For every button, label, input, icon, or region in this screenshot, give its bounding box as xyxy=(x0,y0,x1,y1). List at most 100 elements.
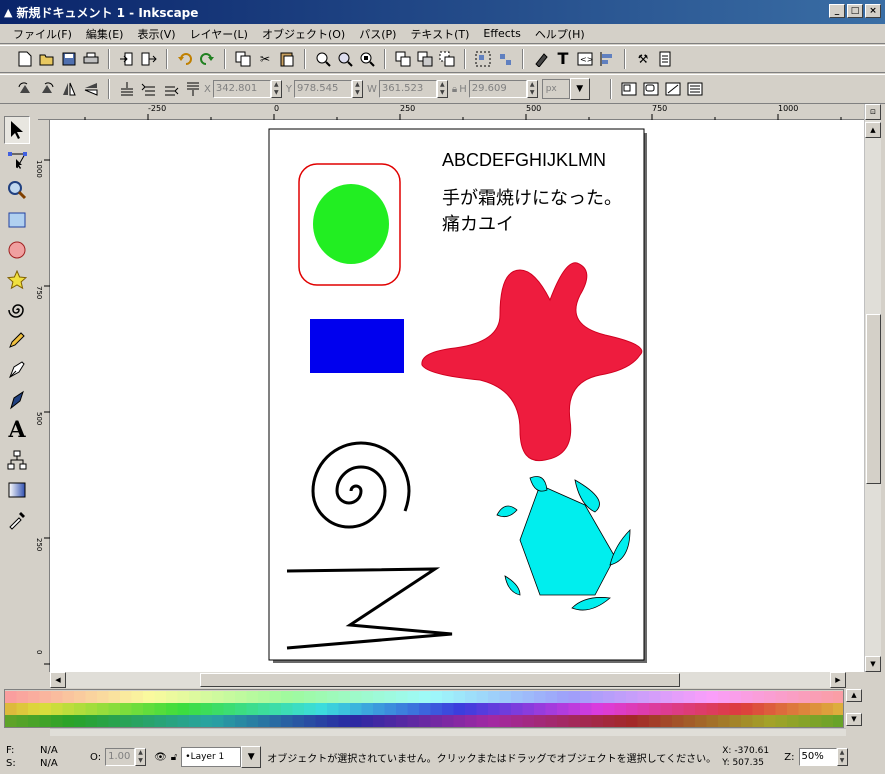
palette-swatch[interactable] xyxy=(120,703,132,715)
palette-swatch[interactable] xyxy=(28,715,40,727)
palette-swatch[interactable] xyxy=(453,691,466,703)
palette-swatch[interactable] xyxy=(741,715,753,727)
palette-swatch[interactable] xyxy=(488,703,500,715)
palette-swatch[interactable] xyxy=(269,703,282,715)
palette-swatch[interactable] xyxy=(511,703,523,715)
palette-swatch[interactable] xyxy=(752,715,765,727)
layer-lock-icon[interactable]: 🔓︎ xyxy=(171,752,177,763)
palette-swatch[interactable] xyxy=(338,691,351,703)
menu-text[interactable]: テキスト(T) xyxy=(403,26,476,42)
palette-swatch[interactable] xyxy=(499,715,512,727)
palette-swatch[interactable] xyxy=(511,715,523,727)
palette-swatch[interactable] xyxy=(706,691,719,703)
palette-swatch[interactable] xyxy=(62,703,75,715)
drawing-canvas[interactable]: ABCDEFGHIJKLMN 手が霜焼けになった。 痛カユイ xyxy=(50,120,864,672)
palette-swatch[interactable] xyxy=(706,703,719,715)
palette-swatch[interactable] xyxy=(764,691,776,703)
palette-swatch[interactable] xyxy=(603,715,615,727)
palette-swatch[interactable] xyxy=(442,691,454,703)
palette-swatch[interactable] xyxy=(304,703,316,715)
palette-swatch[interactable] xyxy=(591,691,604,703)
layer-dropdown-icon[interactable]: ▼ xyxy=(241,746,262,768)
palette-swatch[interactable] xyxy=(373,691,385,703)
star-tool[interactable] xyxy=(4,266,30,294)
scroll-left-icon[interactable]: ◀ xyxy=(50,672,66,688)
palette-swatch[interactable] xyxy=(522,715,535,727)
palette-swatch[interactable] xyxy=(787,715,799,727)
palette-swatch[interactable] xyxy=(614,703,627,715)
unlink-clone-icon[interactable] xyxy=(439,51,455,67)
palette-swatch[interactable] xyxy=(637,703,650,715)
palette-swatch[interactable] xyxy=(557,703,569,715)
palette-swatch[interactable] xyxy=(453,715,466,727)
palette-swatch[interactable] xyxy=(384,703,397,715)
palette-swatch[interactable] xyxy=(200,691,213,703)
palette-swatch[interactable] xyxy=(85,715,98,727)
palette-swatch[interactable] xyxy=(120,691,132,703)
connector-tool[interactable] xyxy=(4,446,30,474)
palette-swatch[interactable] xyxy=(465,703,477,715)
scroll-down-icon[interactable]: ▼ xyxy=(865,656,881,672)
palette-swatch[interactable] xyxy=(614,715,627,727)
palette-hscroll[interactable] xyxy=(50,728,846,736)
xml-editor-icon[interactable]: <> xyxy=(577,51,593,67)
vertical-scrollbar[interactable]: ⊡ ▲ ▼ xyxy=(864,104,881,672)
palette-swatch[interactable] xyxy=(212,703,224,715)
export-icon[interactable] xyxy=(141,51,157,67)
palette-swatch[interactable] xyxy=(511,691,523,703)
raise-to-top-icon[interactable] xyxy=(119,81,135,97)
palette-swatch[interactable] xyxy=(626,715,638,727)
palette-swatch[interactable] xyxy=(557,691,569,703)
palette-swatch[interactable] xyxy=(166,715,178,727)
palette-swatch[interactable] xyxy=(39,691,52,703)
spiral-tool[interactable] xyxy=(4,296,30,324)
palette-swatch[interactable] xyxy=(798,703,811,715)
menu-path[interactable]: パス(P) xyxy=(352,26,403,42)
palette-swatch[interactable] xyxy=(258,715,270,727)
lower-to-bottom-icon[interactable] xyxy=(185,81,201,97)
layer-select[interactable]: •Layer 1 xyxy=(181,747,242,767)
zoom-drawing-icon[interactable] xyxy=(337,51,353,67)
rectangle-tool[interactable] xyxy=(4,206,30,234)
palette-swatch[interactable] xyxy=(384,715,397,727)
palette-swatch[interactable] xyxy=(465,691,477,703)
horizontal-scrollbar[interactable]: ◀ ▶ xyxy=(50,672,846,688)
palette-swatch[interactable] xyxy=(626,691,638,703)
h-input[interactable]: 29.609 xyxy=(468,80,527,98)
palette-swatch[interactable] xyxy=(752,691,765,703)
dropper-tool[interactable] xyxy=(4,506,30,534)
palette-swatch[interactable] xyxy=(5,691,17,703)
palette-swatch[interactable] xyxy=(568,703,581,715)
palette-swatch[interactable] xyxy=(476,703,489,715)
calligraphy-tool[interactable] xyxy=(4,386,30,414)
palette-swatch[interactable] xyxy=(177,715,190,727)
open-icon[interactable] xyxy=(39,51,55,67)
palette-swatch[interactable] xyxy=(97,703,109,715)
maximize-button[interactable]: □ xyxy=(847,4,863,18)
scale-corners-icon[interactable] xyxy=(643,81,659,97)
palette-swatch[interactable] xyxy=(131,703,144,715)
palette-swatch[interactable] xyxy=(580,703,592,715)
palette-swatch[interactable] xyxy=(557,715,569,727)
palette-swatch[interactable] xyxy=(51,715,63,727)
ungroup-icon[interactable] xyxy=(497,51,513,67)
palette-swatch[interactable] xyxy=(373,715,385,727)
palette-swatch[interactable] xyxy=(189,703,201,715)
menu-effects[interactable]: Effects xyxy=(476,27,527,40)
palette-swatch[interactable] xyxy=(384,691,397,703)
palette-swatch[interactable] xyxy=(5,703,17,715)
palette-swatch[interactable] xyxy=(223,715,236,727)
palette-swatch[interactable] xyxy=(545,715,558,727)
text-latin[interactable]: ABCDEFGHIJKLMN xyxy=(442,150,606,170)
x-spinner[interactable]: ▲ ▼ xyxy=(270,80,282,98)
scale-stroke-icon[interactable] xyxy=(621,81,637,97)
palette-swatch[interactable] xyxy=(798,691,811,703)
palette-swatch[interactable] xyxy=(246,715,259,727)
palette-swatch[interactable] xyxy=(361,691,374,703)
undo-icon[interactable] xyxy=(177,51,193,67)
palette-swatch[interactable] xyxy=(327,715,339,727)
palette-swatch[interactable] xyxy=(189,715,201,727)
ellipse-tool[interactable] xyxy=(4,236,30,264)
vscroll-thumb[interactable] xyxy=(866,314,881,484)
palette-swatch[interactable] xyxy=(200,703,213,715)
